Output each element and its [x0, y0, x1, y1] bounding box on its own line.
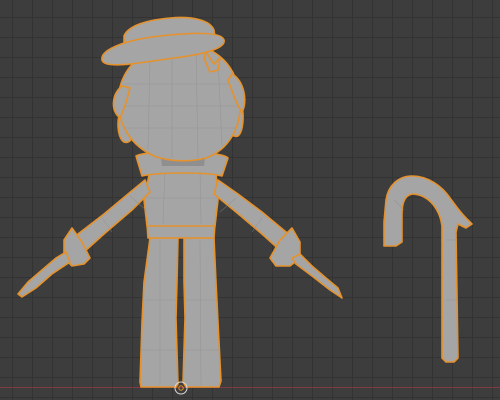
- character-left-leg[interactable]: [139, 237, 179, 388]
- character-mesh[interactable]: [17, 16, 343, 388]
- character-right-leg[interactable]: [182, 237, 222, 388]
- 3d-cursor-icon[interactable]: [174, 381, 188, 395]
- character-left-hand[interactable]: [17, 251, 71, 298]
- scene-canvas[interactable]: [0, 0, 500, 400]
- cane-mesh[interactable]: [383, 175, 473, 363]
- 3d-viewport[interactable]: [0, 0, 500, 400]
- character-right-hand[interactable]: [291, 253, 343, 299]
- cane-shaft-and-hook[interactable]: [383, 175, 473, 363]
